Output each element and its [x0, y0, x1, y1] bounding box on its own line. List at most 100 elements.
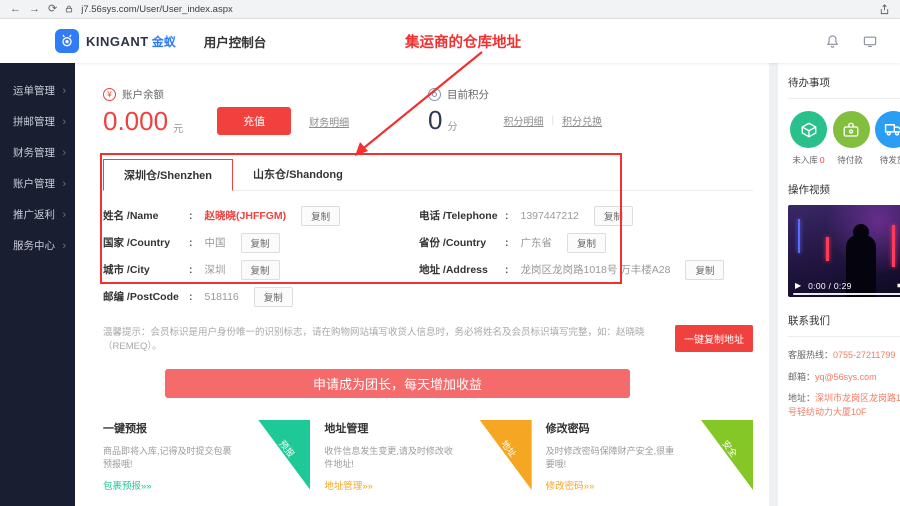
todo-pending-payment[interactable]: 待付款 [832, 111, 870, 166]
kingant-logo-icon[interactable] [55, 29, 79, 53]
header-icons [825, 34, 878, 49]
field-value: 广东省 [520, 237, 553, 249]
video-player[interactable]: ▶ 0:00 / 0:29 [788, 205, 900, 297]
copy-button[interactable]: 复制 [301, 205, 341, 226]
ribbon-label: 安全 [720, 438, 740, 460]
copy-button[interactable]: 复制 [685, 259, 725, 280]
contact-label: 客服热线： [788, 350, 834, 360]
card-password: 修改密码 及时修改密码保障财产安全,很重要哦! 修改密码»» 安全 [546, 420, 753, 492]
link-separator: | [551, 114, 555, 126]
copy-button[interactable]: 复制 [240, 259, 280, 280]
form-column-left: 姓名 /Name : 赵晓晓(JHFFGM) 复制 国家 /Country : … [103, 205, 419, 307]
divider [788, 336, 900, 337]
monitor-icon[interactable] [862, 34, 878, 49]
todo-not-stored[interactable]: 未入库 0 [790, 111, 827, 166]
forecast-link[interactable]: 包裹预报»» [103, 478, 152, 492]
points-detail-link[interactable]: 积分明细 [503, 113, 543, 128]
balance-unit: 元 [173, 124, 184, 135]
todo-label-text: 待发货 [879, 155, 900, 165]
field-postcode: 邮编 /PostCode : 518116 复制 [103, 286, 419, 307]
browser-refresh-icon[interactable]: ⟳ [48, 3, 57, 15]
browser-forward-icon[interactable]: → [29, 3, 40, 15]
points-circle-icon [428, 88, 441, 101]
warm-tip-text: 温馨提示：会员标识是用户身份唯一的识别标志，请在购物网站填写收货人信息时，务必将… [103, 327, 645, 352]
video-progress-bar[interactable] [793, 293, 900, 295]
page-title: 用户控制台 [203, 35, 267, 50]
todo-label: 待付款 [837, 154, 865, 166]
points-body: 0 分 积分明细 | 积分兑换 [428, 107, 753, 133]
share-icon[interactable] [879, 3, 890, 15]
sidebar-item-service[interactable]: 服务中心 › [0, 230, 75, 261]
box-icon [790, 111, 827, 148]
copy-all-address-button[interactable]: 一键复制地址 [675, 324, 753, 352]
points-stat: 目前积分 0 分 积分明细 | 积分兑换 [428, 87, 753, 135]
tip-row: 温馨提示：会员标识是用户身份唯一的识别标志，请在购物网站填写收货人信息时，务必将… [103, 324, 753, 352]
sidebar-item-mail[interactable]: 拼邮管理 › [0, 106, 75, 137]
points-exchange-link[interactable]: 积分兑换 [562, 113, 602, 128]
field-colon: : [189, 263, 193, 276]
contact-value[interactable]: yq@56sys.com [815, 372, 877, 382]
points-head: 目前积分 [428, 87, 753, 102]
card-forecast: 一键预报 商品即将入库,记得及时提交包裹预报哦! 包裹预报»» 预报 [103, 420, 311, 492]
finance-detail-link[interactable]: 财务明细 [309, 114, 349, 129]
mute-icon[interactable] [896, 280, 900, 291]
copy-button[interactable]: 复制 [253, 286, 293, 307]
field-value: 深圳 [204, 264, 226, 276]
field-label: 姓名 /Name [103, 210, 159, 222]
field-telephone: 电话 /Telephone : 1397447212 复制 [419, 205, 724, 226]
balance-label: 账户余额 [122, 89, 164, 101]
tab-shenzhen[interactable]: 深圳仓/Shenzhen [103, 159, 234, 191]
contact-hotline: 客服热线：0755-27211799 [788, 349, 900, 363]
copy-button[interactable]: 复制 [567, 232, 607, 253]
ribbon-label: 预报 [277, 438, 297, 460]
change-password-link[interactable]: 修改密码»» [546, 478, 595, 492]
todo-row: 未入库0 待付款 待发货 [788, 111, 900, 166]
field-colon: : [189, 209, 193, 222]
field-country: 国家 /Country : 中国 复制 [103, 232, 419, 253]
sidebar-item-waybill[interactable]: 运单管理 › [0, 75, 75, 106]
panel-divider [769, 63, 778, 506]
browser-bar: ← → ⟳ j7.56sys.com/User/User_index.aspx [0, 0, 900, 19]
field-label: 邮编 /PostCode [103, 291, 179, 303]
sidebar-item-promotion[interactable]: 推广返利 › [0, 199, 75, 230]
contact-value: 0755-27211799 [833, 350, 896, 360]
divider [788, 98, 900, 99]
neon-strip [826, 237, 829, 261]
tab-shandong[interactable]: 山东仓/Shandong [233, 159, 363, 190]
field-address: 地址 /Address : 龙岗区龙岗路1018号 万丰楼A28 复制 [419, 259, 725, 280]
recharge-button[interactable]: 充值 [217, 107, 292, 135]
field-city: 城市 /City : 深圳 复制 [103, 259, 419, 280]
field-label: 城市 /City [103, 264, 150, 276]
truck-icon [875, 111, 900, 148]
warehouse-form: 姓名 /Name : 赵晓晓(JHFFGM) 复制 国家 /Country : … [103, 205, 753, 307]
video-time: 0:00 / 0:29 [808, 280, 852, 291]
chevron-right-icon: › [62, 177, 66, 190]
warehouse-tabs: 深圳仓/Shenzhen 山东仓/Shandong [103, 159, 753, 191]
sidebar-item-account[interactable]: 账户管理 › [0, 168, 75, 199]
browser-back-icon[interactable]: ← [10, 3, 21, 15]
group-leader-banner-button[interactable]: 申请成为团长，每天增加收益 [165, 369, 630, 398]
copy-button[interactable]: 复制 [240, 232, 280, 253]
balance-body: 0.000 元 充值 财务明细 [103, 107, 428, 135]
sidebar-item-label: 账户管理 [13, 178, 55, 190]
bell-icon[interactable] [825, 34, 840, 49]
points-unit: 分 [447, 122, 458, 133]
sidebar-item-label: 财务管理 [13, 147, 55, 159]
chevron-right-icon: › [62, 115, 66, 128]
todo-label-text: 待付款 [837, 155, 863, 165]
field-colon: : [505, 236, 509, 249]
field-value: 龙岗区龙岗路1018号 万丰楼A28 [520, 264, 671, 276]
chevron-right-icon: › [62, 84, 66, 97]
sidebar-item-finance[interactable]: 财务管理 › [0, 137, 75, 168]
play-icon[interactable]: ▶ [795, 281, 801, 290]
sidebar: 运单管理 › 拼邮管理 › 财务管理 › 账户管理 › 推广返利 › 服务中心 … [0, 63, 75, 506]
todo-pending-shipment[interactable]: 待发货 [875, 111, 900, 166]
address-bar[interactable]: j7.56sys.com/User/User_index.aspx [81, 4, 233, 15]
address-manage-link[interactable]: 地址管理»» [324, 478, 373, 492]
field-value: 赵晓晓(JHFFGM) [204, 210, 287, 222]
briefcase-icon [832, 111, 870, 148]
brand-suffix: 金蚁 [151, 34, 176, 49]
copy-button[interactable]: 复制 [593, 205, 633, 226]
neon-strip [892, 225, 895, 267]
lock-icon [65, 4, 73, 14]
